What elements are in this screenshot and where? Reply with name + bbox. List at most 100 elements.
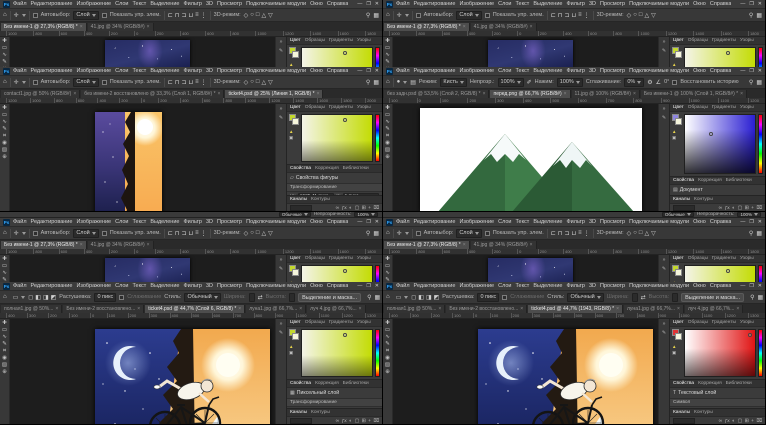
background-color-swatch[interactable]: [675, 269, 682, 276]
collapse-dock-icon[interactable]: »: [663, 321, 666, 327]
layer-action-icon[interactable]: ƒx: [342, 206, 347, 211]
mode3d-icon[interactable]: □: [639, 230, 643, 237]
document-tab[interactable]: Без имени-1 @ 27,3% (RGB/8) *×: [1, 23, 87, 31]
tool-icon[interactable]: ✎: [385, 59, 390, 65]
mode3d-icon[interactable]: ◇: [244, 230, 249, 237]
tab-close-icon[interactable]: ×: [137, 306, 140, 312]
color-cursor[interactable]: [726, 51, 730, 55]
autoselect-checkbox[interactable]: [33, 80, 38, 85]
panel-tab[interactable]: Цвет: [290, 105, 301, 110]
panel-tab[interactable]: Свойства: [290, 381, 311, 386]
layer-action-icon[interactable]: ƒx: [342, 419, 347, 424]
tab-close-icon[interactable]: ×: [299, 306, 302, 312]
tool-icon[interactable]: ▭: [2, 327, 7, 333]
layer-action-icon[interactable]: ▢: [738, 419, 743, 424]
panel-tab[interactable]: Контуры: [311, 197, 330, 202]
layer-action-icon[interactable]: ∞: [336, 419, 339, 424]
color-cursor[interactable]: [748, 333, 752, 337]
close-button[interactable]: ✕: [758, 68, 762, 74]
home-icon[interactable]: ⌂: [386, 230, 390, 236]
panel-tab[interactable]: Свойства: [290, 166, 311, 171]
mode3d-icon[interactable]: ○: [633, 12, 637, 19]
menu-item[interactable]: Окно: [693, 68, 706, 74]
align-icon[interactable]: ⊔: [188, 230, 193, 237]
smoothing-gear-icon[interactable]: ⚙: [647, 79, 652, 86]
collapse-dock-icon[interactable]: »: [280, 106, 283, 112]
hue-slider[interactable]: [758, 265, 763, 282]
panel-tab[interactable]: Библиотеки: [726, 178, 752, 183]
selection-mode-icon[interactable]: ◩: [434, 294, 440, 301]
collapse-dock-icon[interactable]: »: [280, 257, 283, 263]
home-icon[interactable]: ⌂: [386, 12, 390, 18]
layer-action-icon[interactable]: ◐: [732, 419, 735, 424]
tab-close-icon[interactable]: ×: [633, 91, 636, 97]
menu-item[interactable]: Выделение: [150, 1, 179, 7]
layer-action-icon[interactable]: ◐: [349, 206, 352, 211]
panel-tab[interactable]: Градиенты: [329, 320, 353, 325]
align-icon[interactable]: ⋮: [584, 230, 590, 237]
minimize-button[interactable]: —: [357, 283, 362, 289]
menu-item[interactable]: Файл: [13, 68, 27, 74]
align-icon[interactable]: ⊏: [168, 79, 173, 86]
canvas-area[interactable]: [393, 255, 658, 282]
document-tab[interactable]: 41.jpg @ 34% (RGB/8#)×: [88, 23, 154, 31]
menu-item[interactable]: Текст: [132, 68, 146, 74]
layer-action-icon[interactable]: ◐: [732, 206, 735, 211]
menu-item[interactable]: Окно: [310, 219, 323, 225]
menu-item[interactable]: Просмотр: [217, 1, 242, 7]
search-icon[interactable]: ⚲: [367, 294, 371, 301]
saturation-square[interactable]: [684, 114, 756, 174]
comment-icon[interactable]: ✎: [662, 115, 666, 121]
canvas-area[interactable]: [10, 319, 275, 424]
home-icon[interactable]: ⌂: [3, 79, 7, 85]
panel-tab[interactable]: Библиотеки: [726, 381, 752, 386]
tab-close-icon[interactable]: ×: [530, 242, 533, 248]
document-tab[interactable]: 41.jpg @ 34% (RGB/8#)×: [471, 23, 537, 31]
blend-mode-select[interactable]: [673, 418, 695, 424]
panel-tab[interactable]: Каналы: [673, 197, 690, 202]
close-button[interactable]: ✕: [375, 219, 379, 225]
menu-item[interactable]: Просмотр: [600, 219, 625, 225]
menu-item[interactable]: Подключаемые модули: [246, 68, 306, 74]
menu-item[interactable]: Окно: [693, 219, 706, 225]
panel-tab[interactable]: Образцы: [305, 38, 325, 43]
menu-item[interactable]: Текст: [132, 283, 146, 289]
menu-item[interactable]: Справка: [710, 68, 732, 74]
mode3d-icon[interactable]: ▽: [268, 230, 273, 237]
menu-item[interactable]: Выделение: [150, 219, 179, 225]
restore-button[interactable]: ❐: [366, 283, 370, 289]
menu-item[interactable]: Редактирование: [31, 1, 73, 7]
panel-tab[interactable]: Градиенты: [712, 105, 736, 110]
color-cursor[interactable]: [709, 132, 713, 136]
menu-item[interactable]: Окно: [693, 283, 706, 289]
tool-icon[interactable]: ∿: [2, 270, 7, 276]
menu-item[interactable]: Редактирование: [414, 68, 456, 74]
search-icon[interactable]: ⚲: [749, 12, 753, 19]
close-button[interactable]: ✕: [375, 68, 379, 74]
document-tab[interactable]: без задн.psd @ 53,5% (Слой 2, RGB/8) *×: [384, 90, 489, 98]
comment-icon[interactable]: ✎: [279, 115, 283, 121]
menu-item[interactable]: Окно: [310, 68, 323, 74]
minimize-button[interactable]: —: [740, 1, 745, 7]
align-icon[interactable]: ⋮: [584, 12, 590, 19]
tool-icon[interactable]: ✚: [385, 105, 390, 111]
mode3d-icon[interactable]: ○: [250, 230, 254, 237]
align-icon[interactable]: ≡: [195, 12, 199, 19]
mode3d-icon[interactable]: △: [262, 12, 267, 19]
align-icon[interactable]: ⋮: [201, 12, 207, 19]
panel-tab[interactable]: Цвет: [673, 320, 684, 325]
panel-tab[interactable]: Каналы: [673, 410, 690, 415]
mode3d-icon[interactable]: ◇: [244, 12, 249, 19]
saturation-square[interactable]: [684, 265, 756, 282]
menu-item[interactable]: Подключаемые модули: [629, 1, 689, 7]
document-tab[interactable]: ticket4.psd @ 44,7% (Слой 6, RGB/8) *×: [145, 305, 245, 313]
document-tab[interactable]: ticket4.psd @ 44,7% (1943, RGB/8) *×: [528, 305, 623, 313]
mode3d-icon[interactable]: ◇: [627, 12, 632, 19]
mode3d-icon[interactable]: △: [262, 230, 267, 237]
restore-button[interactable]: ❐: [366, 68, 370, 74]
background-color-swatch[interactable]: [292, 118, 299, 125]
search-icon[interactable]: ⚲: [366, 12, 370, 19]
show-controls-checkbox[interactable]: [102, 13, 107, 18]
menu-item[interactable]: 3D: [206, 68, 213, 74]
tab-close-icon[interactable]: ×: [740, 91, 743, 97]
